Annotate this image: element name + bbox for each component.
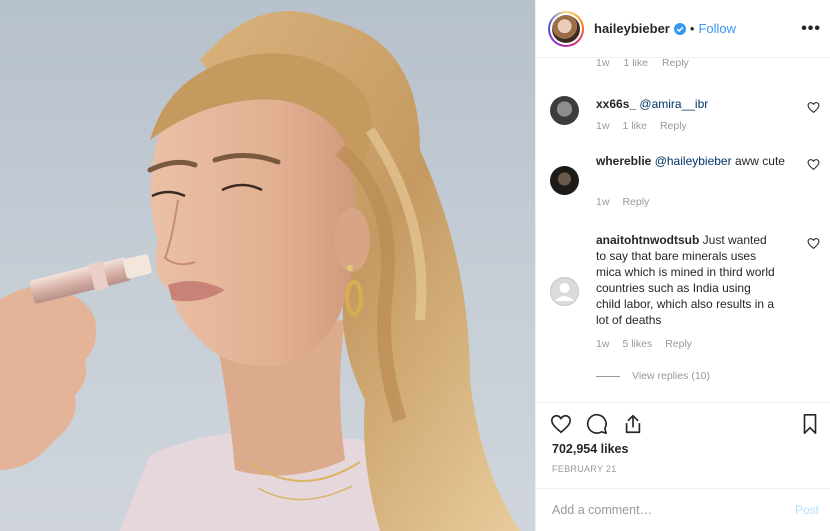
portrait-illustration bbox=[0, 11, 520, 531]
comment-like-icon[interactable] bbox=[807, 158, 820, 171]
comment-like-icon[interactable] bbox=[807, 237, 820, 250]
post-date: February 21 bbox=[552, 464, 617, 474]
comments-list[interactable]: 1w 1 like Reply xx66s_ @amira__ibr 1w 1 … bbox=[536, 59, 830, 401]
bookmark-icon[interactable] bbox=[799, 413, 821, 435]
view-replies-label[interactable]: View replies (10) bbox=[632, 370, 710, 382]
instagram-post: haileybieber • Follow ••• 1w 1 like Repl… bbox=[0, 0, 830, 531]
comment-mention[interactable]: @haileybieber bbox=[655, 154, 732, 168]
post-photo[interactable] bbox=[0, 0, 535, 531]
commenter-avatar-placeholder[interactable] bbox=[550, 277, 579, 306]
comment-meta: 1w 5 likes Reply bbox=[596, 338, 692, 350]
comment-text: aww cute bbox=[731, 154, 785, 168]
commenter-username[interactable]: anaitohtnwodtsub bbox=[596, 233, 699, 247]
comment-meta: 1w Reply bbox=[596, 196, 649, 208]
comment-meta: 1w 1 like Reply bbox=[596, 120, 687, 132]
reply-button[interactable]: Reply bbox=[665, 338, 692, 350]
comment-likes[interactable]: 5 likes bbox=[622, 338, 652, 350]
reply-button[interactable]: Reply bbox=[622, 196, 649, 208]
more-options-icon[interactable]: ••• bbox=[801, 20, 821, 38]
author-avatar[interactable] bbox=[548, 10, 584, 47]
view-replies-button[interactable]: View replies (10) bbox=[596, 370, 710, 382]
add-comment-input[interactable] bbox=[552, 503, 795, 517]
author-username[interactable]: haileybieber bbox=[594, 21, 670, 36]
share-icon[interactable] bbox=[622, 413, 644, 435]
header-separator: • bbox=[689, 21, 695, 36]
comment-time: 1w bbox=[596, 196, 610, 208]
post-action-bar bbox=[536, 402, 830, 442]
comment-item: anaitohtnwodtsub Just wanted to say that… bbox=[550, 232, 820, 358]
comment-likes[interactable]: 1 like bbox=[622, 120, 647, 132]
post-comment-button[interactable]: Post bbox=[795, 503, 819, 517]
commenter-username[interactable]: whereblie bbox=[596, 154, 651, 168]
comment-like-icon[interactable] bbox=[807, 101, 820, 114]
verified-badge-icon bbox=[673, 22, 686, 35]
post-side-panel: haileybieber • Follow ••• 1w 1 like Repl… bbox=[535, 0, 830, 531]
commenter-avatar[interactable] bbox=[550, 166, 579, 195]
replies-divider-line bbox=[596, 375, 620, 377]
comment-item: whereblie @haileybieber aww cute 1w Repl… bbox=[550, 153, 820, 213]
post-header: haileybieber • Follow ••• bbox=[536, 0, 830, 58]
comment-item: xx66s_ @amira__ibr 1w 1 like Reply bbox=[550, 96, 820, 140]
follow-button[interactable]: Follow bbox=[698, 21, 736, 36]
comment-time: 1w bbox=[596, 59, 610, 69]
likes-count[interactable]: 702,954 likes bbox=[552, 442, 628, 456]
add-comment-bar: Post bbox=[536, 488, 830, 531]
heart-icon[interactable] bbox=[550, 413, 572, 435]
partial-comment-meta: 1w 1 like Reply bbox=[596, 59, 689, 69]
comment-time: 1w bbox=[596, 120, 610, 132]
commenter-username[interactable]: xx66s_ bbox=[596, 97, 636, 111]
comment-likes[interactable]: 1 like bbox=[623, 59, 648, 69]
reply-button[interactable]: Reply bbox=[660, 120, 687, 132]
avatar-image bbox=[552, 14, 580, 43]
default-avatar-icon bbox=[550, 277, 579, 306]
reply-button[interactable]: Reply bbox=[662, 59, 689, 69]
comment-icon[interactable] bbox=[586, 413, 608, 435]
comment-mention[interactable]: @amira__ibr bbox=[639, 97, 708, 111]
commenter-avatar[interactable] bbox=[550, 96, 579, 125]
comment-text: Just wanted to say that bare minerals us… bbox=[596, 233, 775, 327]
comment-time: 1w bbox=[596, 338, 610, 350]
